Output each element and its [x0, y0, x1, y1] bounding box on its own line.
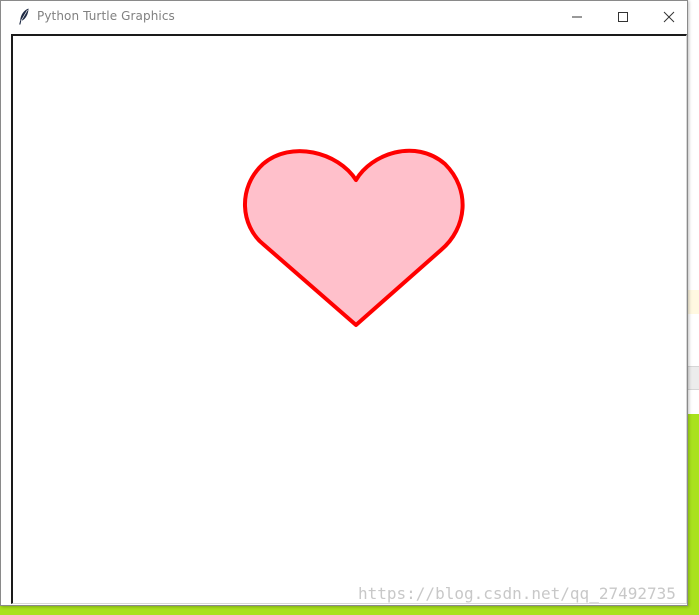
turtle-window: Python Turtle Graphics: [0, 0, 688, 606]
drawing-surface: [243, 148, 465, 327]
turtle-canvas[interactable]: [11, 34, 687, 604]
background-strip: [687, 366, 699, 390]
minimize-button[interactable]: [554, 1, 600, 32]
heart-shape: [243, 148, 465, 327]
title-bar[interactable]: Python Turtle Graphics: [1, 1, 687, 32]
feather-icon: [19, 8, 29, 25]
close-button[interactable]: [646, 1, 692, 32]
close-icon: [663, 11, 675, 23]
maximize-button[interactable]: [600, 1, 646, 32]
watermark-text: https://blog.csdn.net/qq_27492735: [358, 584, 676, 603]
window-title: Python Turtle Graphics: [37, 9, 175, 23]
maximize-icon: [618, 12, 628, 22]
background-strip: [687, 290, 699, 314]
minimize-icon: [572, 16, 582, 18]
